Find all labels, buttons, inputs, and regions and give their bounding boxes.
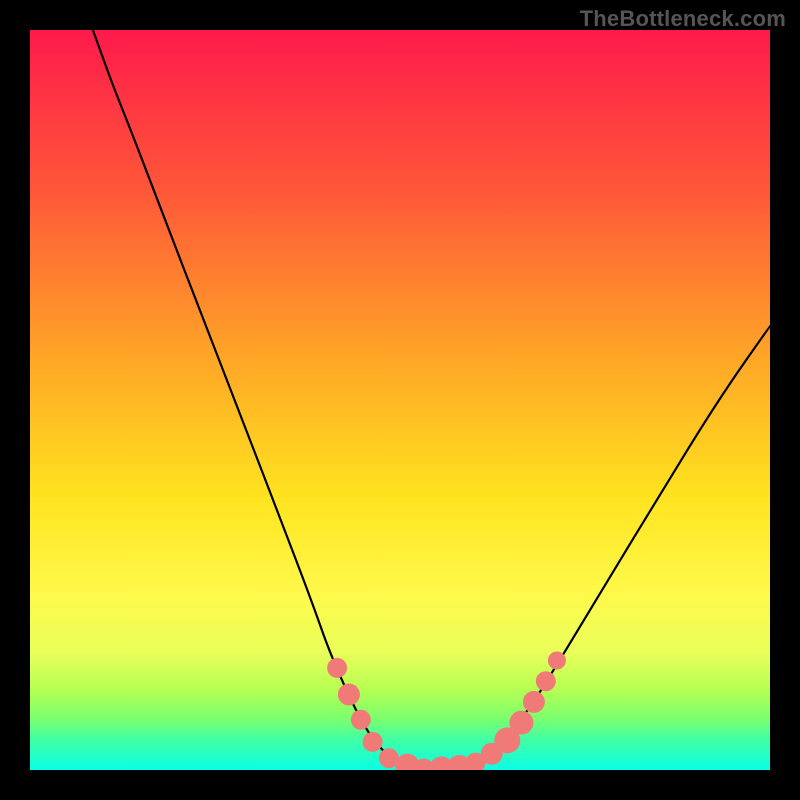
plot-area <box>30 30 770 770</box>
curve-layer <box>30 30 770 770</box>
curve-marker <box>338 684 360 706</box>
curve-marker <box>523 691 545 713</box>
curve-marker <box>327 658 347 678</box>
watermark-text: TheBottleneck.com <box>580 6 786 32</box>
curve-marker <box>536 671 556 691</box>
curve-marker <box>363 732 383 752</box>
chart-stage: TheBottleneck.com <box>0 0 800 800</box>
curve-marker <box>509 711 533 735</box>
curve-marker <box>351 710 371 730</box>
curve-markers <box>327 652 566 771</box>
curve-marker <box>548 652 566 670</box>
bottleneck-curve <box>93 30 770 769</box>
